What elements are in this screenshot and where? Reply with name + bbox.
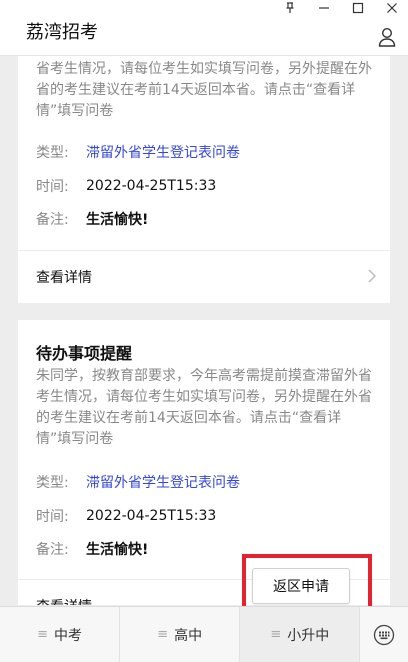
reminder-card: 省考生情况，请每位考生如实填写问卷，另外提醒在外省的考生建议在考前14天返回本省…: [18, 56, 390, 303]
note-label: 备注:: [36, 212, 69, 228]
menu-icon: ≡: [157, 627, 169, 642]
view-details-label: 查看详情: [36, 270, 92, 286]
app-title: 荔湾招考: [26, 22, 98, 43]
minimize-icon[interactable]: [318, 2, 330, 14]
tab-gaozhong[interactable]: ≡ 高中: [120, 607, 241, 662]
window-controls: [284, 2, 398, 14]
menu-icon: ≡: [37, 627, 49, 642]
user-icon[interactable]: [378, 27, 396, 47]
time-value: 2022-04-25T15:33: [86, 508, 217, 524]
tab-label: 高中: [174, 627, 203, 644]
time-row: 时间: 2022-04-25T15:33: [36, 506, 216, 526]
card-title: 待办事项提醒: [36, 344, 133, 363]
note-row: 备注: 生活愉快!: [36, 539, 148, 559]
view-details-label: 查看详情: [36, 596, 92, 605]
note-row: 备注: 生活愉快!: [36, 209, 148, 229]
tab-xiaoshengzhong[interactable]: ≡ 小升中: [240, 607, 361, 662]
tab-zhongkao[interactable]: ≡ 中考: [0, 607, 121, 662]
type-label: 类型:: [36, 475, 69, 491]
pin-icon[interactable]: [284, 2, 296, 14]
time-value: 2022-04-25T15:33: [86, 178, 217, 194]
type-value[interactable]: 滞留外省学生登记表问卷: [86, 142, 240, 162]
view-details-row[interactable]: 查看详情: [18, 251, 390, 303]
chevron-right-icon: [368, 268, 376, 287]
note-label: 备注:: [36, 542, 69, 558]
maximize-icon[interactable]: [352, 2, 364, 14]
note-value: 生活愉快!: [86, 212, 149, 228]
app-header: 荔湾招考: [0, 0, 408, 56]
type-value[interactable]: 滞留外省学生登记表问卷: [86, 472, 240, 492]
card-body: 省考生情况，请每位考生如实填写问卷，另外提醒在外省的考生建议在考前14天返回本省…: [36, 61, 372, 119]
type-label: 类型:: [36, 145, 69, 161]
message-list[interactable]: 省考生情况，请每位考生如实填写问卷，另外提醒在外省的考生建议在考前14天返回本省…: [0, 56, 408, 605]
time-label: 时间:: [36, 509, 69, 525]
keyboard-icon[interactable]: [360, 607, 408, 662]
card-body: 朱同学，按教育部要求，今年高考需提前摸查滞留外省考生情况，请每位考生如实填写问卷…: [36, 368, 372, 447]
bottom-tab-bar: ≡ 中考 ≡ 高中 ≡ 小升中: [0, 606, 408, 662]
type-row: 类型: 滞留外省学生登记表问卷: [36, 472, 240, 492]
menu-icon: ≡: [270, 627, 282, 642]
type-row: 类型: 滞留外省学生登记表问卷: [36, 142, 240, 162]
highlight-box: [242, 554, 372, 614]
tab-label: 小升中: [287, 627, 330, 644]
time-label: 时间:: [36, 179, 69, 195]
close-icon[interactable]: [386, 2, 398, 14]
tab-label: 中考: [54, 627, 83, 644]
note-value: 生活愉快!: [86, 542, 149, 558]
time-row: 时间: 2022-04-25T15:33: [36, 176, 216, 196]
